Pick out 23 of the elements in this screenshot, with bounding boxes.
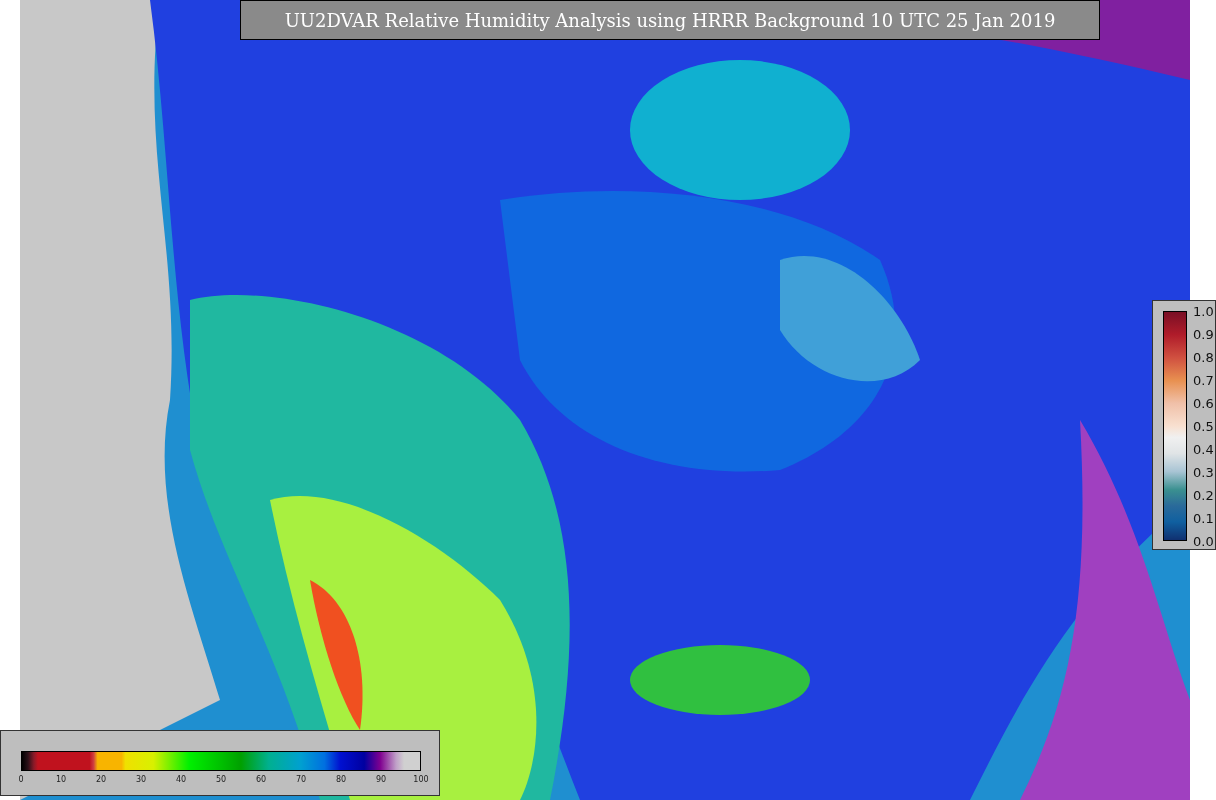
tick-label: 100 <box>413 775 429 784</box>
tick-label: 0.0 <box>1193 533 1214 549</box>
tick-label: 0.9 <box>1193 326 1214 342</box>
tick-label: 0.5 <box>1193 418 1214 434</box>
tick-label: 10 <box>55 775 67 784</box>
tick-label: 20 <box>95 775 107 784</box>
tick-label: 0.4 <box>1193 441 1214 457</box>
tick-label: 0.8 <box>1193 349 1214 365</box>
tick-label: 0.7 <box>1193 372 1214 388</box>
tick-label: 80 <box>335 775 347 784</box>
map-title: UU2DVAR Relative Humidity Analysis using HRRR Background 10 UTC 25 Jan 2019 <box>240 0 1100 40</box>
tick-label: 30 <box>135 775 147 784</box>
tick-label: 70 <box>295 775 307 784</box>
tick-label: 0.2 <box>1193 487 1214 503</box>
tick-label: 0.1 <box>1193 510 1214 526</box>
tick-label: 1.0 <box>1193 303 1214 319</box>
tick-label: 0.6 <box>1193 395 1214 411</box>
tick-label: 50 <box>215 775 227 784</box>
tick-label: 60 <box>255 775 267 784</box>
tick-label: 0 <box>18 775 24 784</box>
tick-label: 0.3 <box>1193 464 1214 480</box>
tick-label: 40 <box>175 775 187 784</box>
tick-label: 90 <box>375 775 387 784</box>
